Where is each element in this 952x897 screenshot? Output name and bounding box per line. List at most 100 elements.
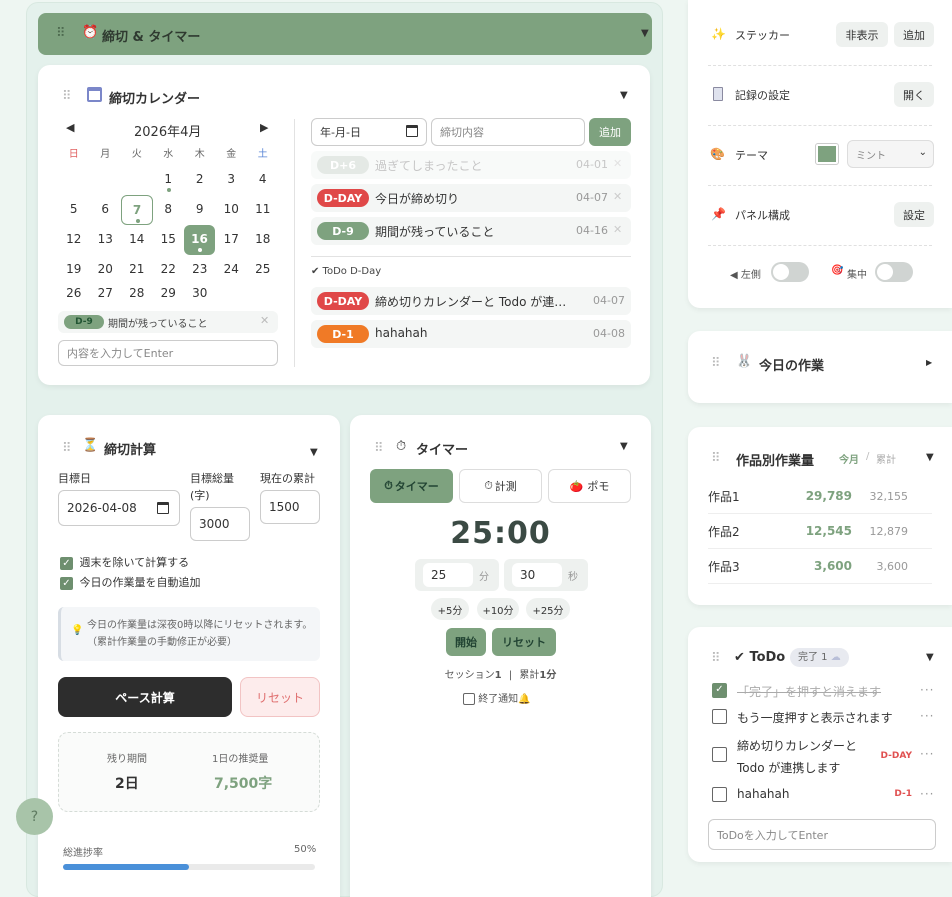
notebook-icon xyxy=(713,87,723,101)
sticker-hide-button[interactable]: 非表示 xyxy=(836,22,888,47)
checkbox-icon[interactable] xyxy=(463,693,475,705)
tab-pomo[interactable]: 🍅 ポモ xyxy=(548,469,631,503)
calendar-day[interactable]: 13 xyxy=(90,225,122,255)
chevron-down-icon[interactable]: ▼ xyxy=(641,28,649,39)
deadline-item[interactable]: D-DAY 今日が締め切り 04-07 ✕ xyxy=(311,184,631,212)
seconds-input[interactable]: 30 xyxy=(512,563,562,587)
calendar-day[interactable]: 17 xyxy=(216,225,248,255)
calendar-day[interactable]: 6 xyxy=(90,195,122,225)
works-tab-total[interactable]: 累計 xyxy=(876,451,896,466)
close-icon[interactable]: ✕ xyxy=(613,223,622,236)
todo-dday-item[interactable]: D-1 hahahah 04-08 xyxy=(311,320,631,348)
calendar-content-input[interactable]: 内容を入力してEnter xyxy=(58,340,278,366)
calendar-day[interactable]: 18 xyxy=(247,225,279,255)
theme-select[interactable]: ミント ⌄ xyxy=(847,140,934,168)
calendar-day[interactable]: 12 xyxy=(58,225,90,255)
calendar-day[interactable]: 28 xyxy=(121,279,153,309)
calendar-day[interactable]: 7 xyxy=(121,195,153,225)
calendar-day[interactable]: 29 xyxy=(153,279,185,309)
add-25min-button[interactable]: +25分 xyxy=(526,598,570,620)
sticker-add-button[interactable]: 追加 xyxy=(894,22,934,47)
deadline-content-input[interactable]: 締切内容 xyxy=(431,118,585,146)
checkbox-checked-icon[interactable]: ✓ xyxy=(60,576,73,590)
focus-toggle[interactable] xyxy=(875,262,913,282)
calendar-day[interactable]: 8 xyxy=(153,195,185,225)
deadline-item[interactable]: D+6 過ぎてしまったこと 04-01 ✕ xyxy=(311,151,631,179)
drag-handle-icon[interactable]: ⠿ xyxy=(62,441,71,456)
tab-timer[interactable]: ⏱ タイマー xyxy=(370,469,453,503)
chevron-down-icon[interactable]: ▼ xyxy=(310,447,318,458)
calendar-day[interactable]: 24 xyxy=(216,255,248,285)
checkbox-checked-icon[interactable]: ✓ xyxy=(712,683,727,698)
chevron-down-icon[interactable]: ▼ xyxy=(620,90,628,101)
exclude-weekend-checkbox[interactable]: ✓ 週末を除いて計算する xyxy=(60,554,189,570)
pace-calc-button[interactable]: ペース計算 xyxy=(58,677,232,717)
calendar-day[interactable]: 5 xyxy=(58,195,90,225)
checkbox-icon[interactable] xyxy=(712,747,727,762)
calendar-day[interactable]: 11 xyxy=(247,195,279,225)
drag-handle-icon[interactable]: ⠿ xyxy=(711,356,720,371)
record-open-button[interactable]: 開く xyxy=(894,82,934,107)
calendar-day[interactable]: 15 xyxy=(153,225,185,255)
timer-reset-button[interactable]: リセット xyxy=(492,628,556,656)
calendar-day[interactable]: 1 xyxy=(153,165,185,195)
calendar-day[interactable]: 2 xyxy=(184,165,216,195)
more-icon[interactable]: ··· xyxy=(920,747,934,761)
calendar-day[interactable]: 30 xyxy=(184,279,216,309)
done-badge[interactable]: 完了 1 ☁ xyxy=(790,648,849,667)
more-icon[interactable]: ··· xyxy=(920,683,934,697)
drag-handle-icon[interactable]: ⠿ xyxy=(62,89,71,104)
panel-set-button[interactable]: 設定 xyxy=(894,202,934,227)
calendar-day[interactable]: 26 xyxy=(58,279,90,309)
checkbox-checked-icon[interactable]: ✓ xyxy=(60,556,73,570)
tab-measure[interactable]: ⏱ 計測 xyxy=(459,469,542,503)
theme-color-swatch[interactable] xyxy=(815,143,839,165)
add-10min-button[interactable]: +10分 xyxy=(477,598,519,620)
drag-handle-icon[interactable]: ⠿ xyxy=(711,651,720,666)
checkbox-icon[interactable] xyxy=(712,787,727,802)
start-button[interactable]: 開始 xyxy=(446,628,486,656)
more-icon[interactable]: ··· xyxy=(920,787,934,801)
date-input[interactable]: 年-月-日 xyxy=(311,118,427,146)
works-tab-month[interactable]: 今月 xyxy=(839,451,859,466)
calendar-picker-icon[interactable] xyxy=(157,502,169,514)
help-button[interactable]: ? xyxy=(16,798,53,835)
drag-handle-icon[interactable]: ⠿ xyxy=(711,451,720,466)
todo-dday-item[interactable]: D-DAY 締め切りカレンダーと Todo が連… 04-07 xyxy=(311,287,631,315)
drag-handle-icon[interactable]: ⠿ xyxy=(56,26,65,41)
prev-month-button[interactable]: ◀ xyxy=(66,121,74,134)
close-icon[interactable]: ✕ xyxy=(613,190,622,203)
auto-add-checkbox[interactable]: ✓ 今日の作業量を自動追加 xyxy=(60,574,201,590)
next-month-button[interactable]: ▶ xyxy=(260,121,268,134)
chevron-right-icon[interactable]: ▶ xyxy=(926,358,932,367)
deadline-item[interactable]: D-9 期間が残っていること 04-16 ✕ xyxy=(311,217,631,245)
left-side-toggle[interactable] xyxy=(771,262,809,282)
chevron-down-icon[interactable]: ▼ xyxy=(926,652,934,663)
calendar-day[interactable]: 16 xyxy=(184,225,215,255)
chevron-down-icon[interactable]: ▼ xyxy=(620,441,628,452)
todo-input[interactable]: ToDoを入力してEnter xyxy=(708,819,936,850)
calendar-day[interactable]: 25 xyxy=(247,255,279,285)
reset-button[interactable]: リセット xyxy=(240,677,320,717)
minutes-input[interactable]: 25 xyxy=(423,563,473,587)
drag-handle-icon[interactable]: ⠿ xyxy=(374,441,383,456)
notify-checkbox[interactable]: 終了通知🔔 xyxy=(463,690,531,705)
chevron-down-icon[interactable]: ▼ xyxy=(926,452,934,463)
close-icon[interactable]: ✕ xyxy=(260,314,269,327)
checkbox-icon[interactable] xyxy=(712,709,727,724)
calendar-picker-icon[interactable] xyxy=(406,125,418,137)
target-total-input[interactable]: 3000 xyxy=(190,507,250,541)
calendar-day[interactable]: 3 xyxy=(216,165,248,195)
target-date-input[interactable]: 2026-04-08 xyxy=(58,490,180,526)
calendar-day[interactable]: 9 xyxy=(184,195,216,225)
add-5min-button[interactable]: +5分 xyxy=(431,598,469,620)
calendar-day[interactable]: 14 xyxy=(121,225,153,255)
current-total-input[interactable]: 1500 xyxy=(260,490,320,524)
calendar-day[interactable]: 4 xyxy=(247,165,279,195)
add-deadline-button[interactable]: 追加 xyxy=(589,118,631,146)
calendar-day[interactable]: 10 xyxy=(216,195,248,225)
more-icon[interactable]: ··· xyxy=(920,709,934,723)
close-icon[interactable]: ✕ xyxy=(613,157,622,170)
deadline-timer-header[interactable]: ⠿ ⏰ 締切 & タイマー ▼ xyxy=(38,13,652,55)
calendar-day[interactable]: 27 xyxy=(90,279,122,309)
